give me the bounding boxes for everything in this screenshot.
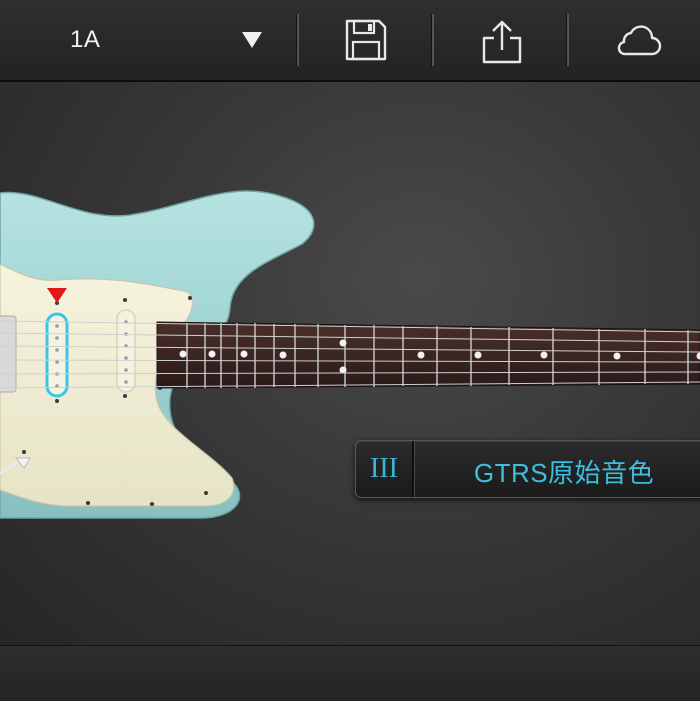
middle-pickup[interactable] — [47, 314, 67, 396]
share-button[interactable] — [464, 14, 536, 66]
guitar-stage: III GTRS原始音色 — [0, 82, 700, 645]
floppy-disk-icon — [344, 18, 388, 62]
save-button[interactable] — [328, 14, 400, 66]
tone-name[interactable]: GTRS原始音色 — [414, 453, 700, 490]
cloud-icon — [614, 18, 662, 62]
top-toolbar: 1A — [0, 0, 700, 82]
tone-mode-label: III — [356, 453, 412, 485]
toolbar-divider — [296, 14, 299, 66]
toolbar-divider — [431, 14, 434, 66]
share-upload-icon — [480, 18, 524, 64]
neck-pickup[interactable] — [117, 310, 135, 392]
tone-selector[interactable]: III GTRS原始音色 — [355, 440, 700, 498]
guitar-illustration — [0, 82, 700, 645]
bottom-bar — [0, 645, 700, 701]
preset-selector[interactable]: 1A — [0, 0, 296, 80]
toolbar-divider — [566, 14, 569, 66]
tone-mode-button[interactable]: III — [356, 441, 414, 497]
preset-label: 1A — [70, 26, 100, 54]
cloud-button[interactable] — [598, 14, 670, 66]
bridge-pickup[interactable] — [0, 316, 16, 392]
triangle-down-icon[interactable] — [240, 30, 264, 50]
